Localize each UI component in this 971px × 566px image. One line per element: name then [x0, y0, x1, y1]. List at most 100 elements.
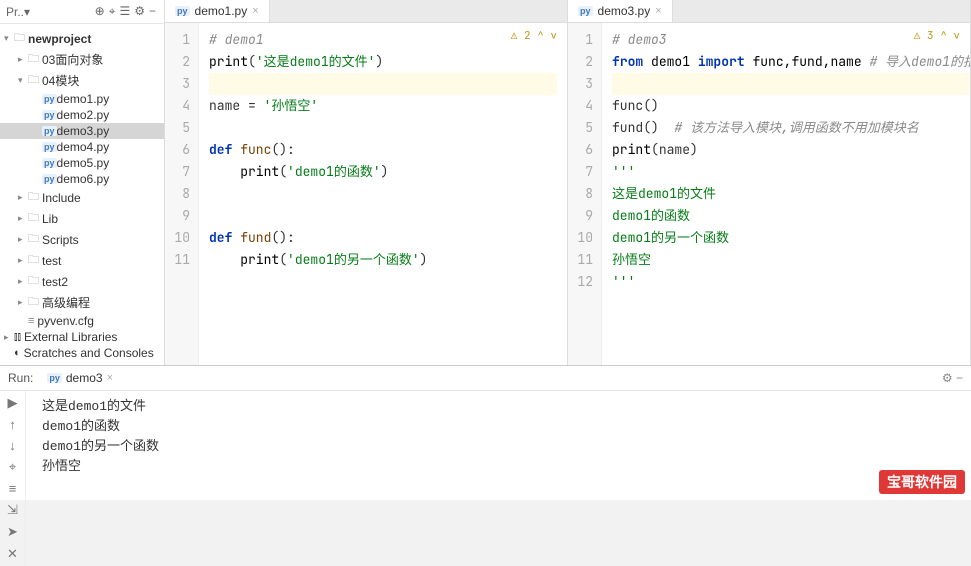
- toolbar-icon[interactable]: ☰: [119, 4, 130, 18]
- python-file-icon: py: [42, 94, 57, 104]
- code-area-left[interactable]: 1234567891011 # demo1print('这是demo1的文件')…: [165, 23, 567, 365]
- tab-demo3[interactable]: py demo3.py ×: [568, 0, 673, 22]
- line-number: 6: [169, 139, 190, 161]
- folder-icon: 🗀: [28, 71, 39, 90]
- python-file-icon: py: [578, 6, 593, 16]
- code-line[interactable]: print(name): [612, 139, 970, 161]
- run-output[interactable]: 这是demo1的文件demo1的函数demo1的另一个函数孙悟空: [26, 391, 971, 566]
- tree-arrow-icon[interactable]: ▸: [18, 255, 28, 266]
- toolbar-icon[interactable]: ⊕: [95, 4, 105, 18]
- tree-item[interactable]: ▸ 🗀 03面向对象: [0, 49, 164, 70]
- tree-arrow-icon[interactable]: ▾: [18, 75, 28, 86]
- tree-item-label: Include: [42, 191, 81, 205]
- tree-item[interactable]: ▸ 🗀 Include: [0, 187, 164, 208]
- tree-item[interactable]: ▸ 🗀 test2: [0, 271, 164, 292]
- folder-icon: 🗀: [28, 230, 39, 249]
- run-toolbar-button[interactable]: ✕: [7, 546, 18, 562]
- line-number: 5: [169, 117, 190, 139]
- code-line[interactable]: 孙悟空: [612, 249, 970, 271]
- tab-bar-right: py demo3.py ×: [568, 0, 970, 23]
- project-dropdown[interactable]: Pr..▾: [6, 5, 30, 19]
- toolbar-icon[interactable]: ⚙: [134, 4, 145, 18]
- tree-item[interactable]: ◐ Scratches and Consoles: [0, 345, 164, 361]
- run-tab-label: demo3: [66, 371, 103, 385]
- tree-item[interactable]: py demo6.py: [0, 171, 164, 187]
- tree-arrow-icon[interactable]: ▸: [4, 332, 14, 343]
- code-line[interactable]: name = '孙悟空': [209, 95, 557, 117]
- tree-item[interactable]: ▾ 🗀 newproject: [0, 28, 164, 49]
- run-toolbar-button[interactable]: ⇲: [7, 502, 18, 518]
- tree-item[interactable]: py demo3.py: [0, 123, 164, 139]
- python-file-icon: py: [175, 6, 190, 16]
- code-line[interactable]: def fund():: [209, 227, 557, 249]
- tree-arrow-icon[interactable]: ▸: [18, 234, 28, 245]
- tree-arrow-icon[interactable]: ▸: [18, 213, 28, 224]
- editor-pane-left: py demo1.py × 1234567891011 # demo1print…: [165, 0, 568, 365]
- code-line[interactable]: def func():: [209, 139, 557, 161]
- tree-arrow-icon[interactable]: ▾: [4, 33, 14, 44]
- tree-item[interactable]: ▸ 🗀 Lib: [0, 208, 164, 229]
- run-toolbar-button[interactable]: ⌖: [9, 459, 16, 475]
- code-line[interactable]: [209, 183, 557, 205]
- toolbar-icon[interactable]: −: [149, 4, 156, 18]
- tree-item[interactable]: ▸ ⫾⫾ External Libraries: [0, 329, 164, 345]
- code-line[interactable]: from demo1 import func,fund,name # 导入dem…: [612, 51, 970, 73]
- close-icon[interactable]: ×: [252, 5, 258, 17]
- run-tab[interactable]: py demo3 ×: [39, 369, 121, 387]
- run-toolbar-button[interactable]: ➤: [7, 524, 18, 540]
- run-toolbar-button[interactable]: ↓: [9, 438, 16, 453]
- code-line[interactable]: demo1的函数: [612, 205, 970, 227]
- code-line[interactable]: ''': [612, 161, 970, 183]
- tree-item-label: Lib: [42, 212, 58, 226]
- python-file-icon: py: [47, 373, 62, 383]
- tab-demo1[interactable]: py demo1.py ×: [165, 0, 270, 22]
- tree-item[interactable]: py demo2.py: [0, 107, 164, 123]
- tree-item-label: demo2.py: [57, 108, 110, 122]
- tree-item-label: demo5.py: [57, 156, 110, 170]
- code-area-right[interactable]: 123456789101112 # demo3from demo1 import…: [568, 23, 970, 365]
- close-icon[interactable]: ×: [107, 372, 113, 384]
- python-file-icon: py: [42, 174, 57, 184]
- tree-item[interactable]: ≡ pyvenv.cfg: [0, 313, 164, 329]
- tree-item[interactable]: ▸ 🗀 Scripts: [0, 229, 164, 250]
- tree-item[interactable]: ▸ 🗀 test: [0, 250, 164, 271]
- tree-arrow-icon[interactable]: ▸: [18, 297, 28, 308]
- code-line[interactable]: ''': [612, 271, 970, 293]
- project-tree[interactable]: ▾ 🗀 newproject ▸ 🗀 03面向对象 ▾ 🗀 04模块 py de…: [0, 24, 164, 365]
- project-sidebar: Pr..▾ ⊕ ⌖☰ ⚙− ▾ 🗀 newproject ▸ 🗀 03面向对象 ▾ …: [0, 0, 165, 365]
- code-line[interactable]: print('demo1的函数'): [209, 161, 557, 183]
- tree-item-label: 03面向对象: [42, 51, 103, 68]
- tree-arrow-icon[interactable]: ▸: [18, 54, 28, 65]
- folder-icon: 🗀: [28, 50, 39, 69]
- code-line[interactable]: 这是demo1的文件: [612, 183, 970, 205]
- output-line: 这是demo1的文件: [42, 397, 955, 417]
- tree-item[interactable]: py demo4.py: [0, 139, 164, 155]
- code-line[interactable]: # demo1: [209, 29, 557, 51]
- code-line[interactable]: [209, 73, 557, 95]
- tree-arrow-icon[interactable]: ▸: [18, 192, 28, 203]
- toolbar-icon[interactable]: ⌖: [109, 4, 116, 19]
- code-line[interactable]: demo1的另一个函数: [612, 227, 970, 249]
- line-number: 10: [169, 227, 190, 249]
- code-line[interactable]: fund() # 该方法导入模块,调用函数不用加模块名: [612, 117, 970, 139]
- tree-item[interactable]: py demo5.py: [0, 155, 164, 171]
- line-number: 3: [572, 73, 593, 95]
- tree-item[interactable]: ▸ 🗀 高级编程: [0, 292, 164, 313]
- gear-icon[interactable]: ⚙ −: [942, 371, 963, 385]
- tree-item[interactable]: py demo1.py: [0, 91, 164, 107]
- code-line[interactable]: print('demo1的另一个函数'): [209, 249, 557, 271]
- python-file-icon: py: [42, 158, 57, 168]
- inspection-badge[interactable]: ⚠ 3 ^ ∨: [914, 29, 960, 43]
- inspection-badge[interactable]: ⚠ 2 ^ ∨: [511, 29, 557, 43]
- tree-arrow-icon[interactable]: ▸: [18, 276, 28, 287]
- close-icon[interactable]: ×: [655, 5, 661, 17]
- run-toolbar-button[interactable]: ▶: [8, 395, 18, 411]
- code-line[interactable]: [209, 117, 557, 139]
- run-toolbar-button[interactable]: ≡: [9, 481, 17, 496]
- code-line[interactable]: [209, 205, 557, 227]
- code-line[interactable]: func(): [612, 95, 970, 117]
- code-line[interactable]: [612, 73, 970, 95]
- code-line[interactable]: print('这是demo1的文件'): [209, 51, 557, 73]
- run-toolbar-button[interactable]: ↑: [9, 417, 16, 432]
- tree-item[interactable]: ▾ 🗀 04模块: [0, 70, 164, 91]
